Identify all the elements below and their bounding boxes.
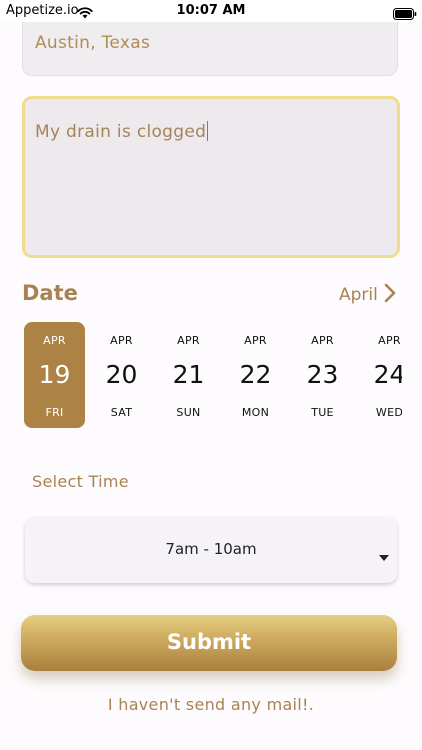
day-month: APR [177, 334, 200, 347]
day-weekday: SUN [176, 406, 201, 419]
date-row: APR 19 FRI APR 20 SAT APR 21 SUN APR 22 … [24, 322, 402, 428]
description-value: My drain is clogged [35, 121, 209, 142]
day-weekday: SAT [110, 406, 133, 419]
day-month: APR [110, 334, 133, 347]
day-weekday: TUE [311, 406, 334, 419]
date-strip[interactable]: APR 19 FRI APR 20 SAT APR 21 SUN APR 22 … [0, 320, 402, 430]
month-label: April [339, 285, 378, 305]
day-number: 19 [38, 360, 71, 389]
day-card-19[interactable]: APR 19 FRI [24, 322, 85, 428]
day-month: APR [43, 334, 66, 347]
day-number: 22 [239, 360, 272, 389]
chevron-right-icon [384, 283, 396, 307]
day-month: APR [244, 334, 267, 347]
screen: Appetize.io 10:07 AM Austin, Texas My dr… [0, 0, 422, 750]
no-mail-link[interactable]: I haven't send any mail!. [0, 695, 422, 714]
time-selected-value: 7am - 10am [165, 540, 257, 558]
day-number: 24 [373, 360, 402, 389]
day-card-20[interactable]: APR 20 SAT [91, 322, 152, 428]
day-card-22[interactable]: APR 22 MON [225, 322, 286, 428]
submit-button[interactable]: Submit [21, 615, 397, 671]
day-number: 23 [306, 360, 339, 389]
status-bar: Appetize.io 10:07 AM [0, 0, 422, 22]
day-number: 21 [172, 360, 205, 389]
day-weekday: FRI [45, 406, 64, 419]
date-heading: Date [22, 281, 78, 305]
dropdown-arrow-icon [379, 546, 389, 565]
day-month: APR [311, 334, 334, 347]
description-textarea[interactable]: My drain is clogged [22, 96, 400, 258]
time-dropdown[interactable]: 7am - 10am [25, 517, 397, 583]
day-weekday: MON [241, 406, 270, 419]
day-card-21[interactable]: APR 21 SUN [158, 322, 219, 428]
submit-label: Submit [166, 630, 252, 654]
day-number: 20 [105, 360, 138, 389]
day-card-24[interactable]: APR 24 WED [359, 322, 402, 428]
day-weekday: WED [375, 406, 402, 419]
text-caret [207, 121, 209, 141]
day-month: APR [378, 334, 401, 347]
description-text: My drain is clogged [35, 122, 207, 142]
status-time: 10:07 AM [176, 3, 246, 18]
location-value: Austin, Texas [35, 33, 151, 53]
month-selector[interactable]: April [339, 283, 396, 307]
battery-icon [393, 5, 417, 24]
day-card-23[interactable]: APR 23 TUE [292, 322, 353, 428]
select-time-label: Select Time [32, 472, 129, 491]
